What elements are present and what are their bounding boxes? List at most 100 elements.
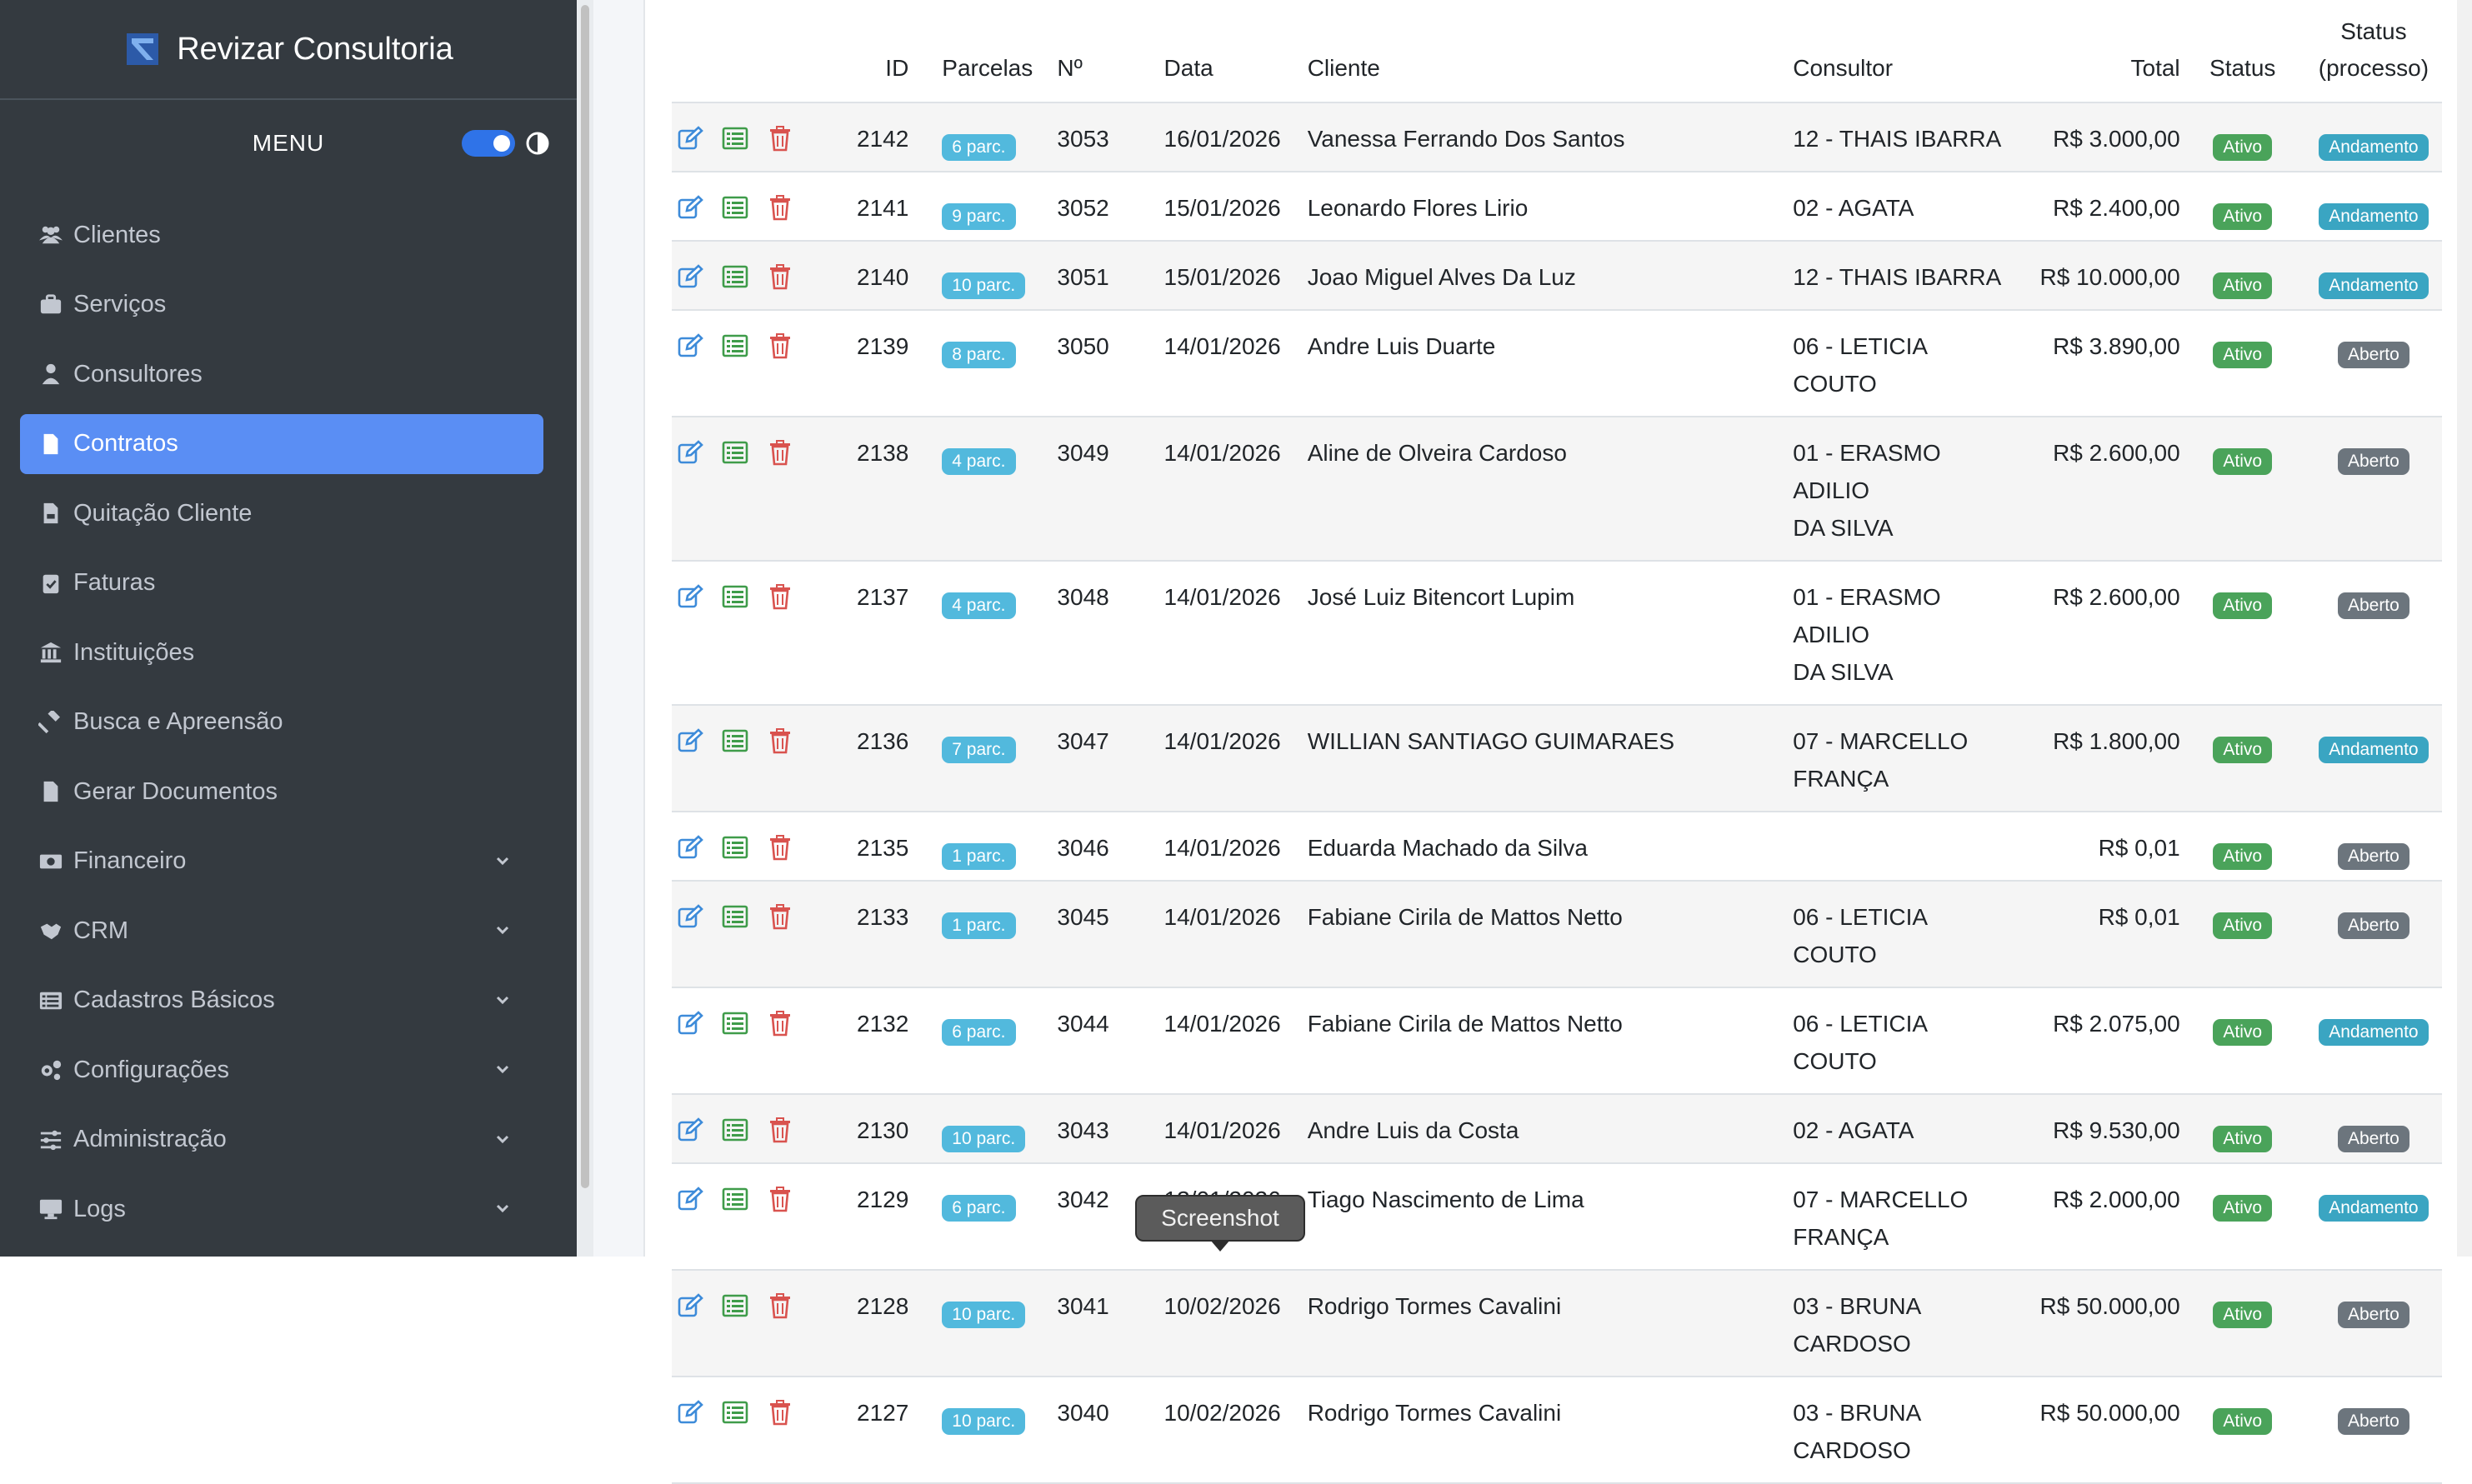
sidebar-item-logs[interactable]: Logs — [20, 1179, 543, 1239]
header-consultor[interactable]: Consultor — [1793, 0, 2017, 103]
sidebar-item-financeiro[interactable]: Financeiro — [20, 832, 543, 892]
trash-icon[interactable] — [767, 1399, 793, 1426]
trash-icon[interactable] — [767, 727, 793, 754]
table-row[interactable]: 2135 1 parc. 3046 14/01/2026 Eduarda Machado… — [672, 812, 2442, 881]
sidebar-item-busca-e-apreensao[interactable]: Busca e Apreensão — [20, 692, 543, 752]
cliente-text: Fabiane Cirila de Mattos Netto — [1307, 1011, 1623, 1037]
table-row[interactable]: 2140 10 parc. 3051 15/01/2026 Joao Miguel Al… — [672, 241, 2442, 310]
status-badge: Ativo — [2213, 202, 2273, 230]
header-status[interactable]: Status — [2179, 0, 2305, 103]
trash-icon[interactable] — [767, 1186, 793, 1212]
sidebar-item-contratos[interactable]: Contratos — [20, 413, 543, 474]
header-status-processo[interactable]: Status (processo) — [2304, 0, 2442, 103]
sidebar-item-crm[interactable]: CRM — [20, 901, 543, 961]
table-row[interactable]: 2137 4 parc. 3048 14/01/2026 José Luiz Biten… — [672, 561, 2442, 705]
edit-icon[interactable] — [677, 194, 703, 221]
trash-icon[interactable] — [767, 194, 793, 221]
sidebar-item-cadastros-basicos[interactable]: Cadastros Básicos — [20, 971, 543, 1031]
sidebar-item-faturas[interactable]: Faturas — [20, 553, 543, 613]
edit-icon[interactable] — [677, 332, 703, 359]
header-data[interactable]: Data — [1163, 0, 1308, 103]
list-icon[interactable] — [722, 727, 748, 754]
table-row[interactable]: 2130 10 parc. 3043 14/01/2026 Andre Luis da … — [672, 1094, 2442, 1163]
trash-icon[interactable] — [767, 263, 793, 290]
edit-icon[interactable] — [677, 583, 703, 610]
trash-icon[interactable] — [767, 1117, 793, 1143]
table-row[interactable]: 2136 7 parc. 3047 14/01/2026 WILLIAN SANTIAG… — [672, 705, 2442, 812]
process-status-badge: Aberto — [2337, 912, 2409, 939]
trash-icon[interactable] — [767, 332, 793, 359]
trash-icon[interactable] — [767, 1292, 793, 1319]
header-cliente[interactable]: Cliente — [1307, 0, 1794, 103]
table-row[interactable]: 2128 10 parc. 3041 10/02/2026 Rodrigo Tormes… — [672, 1270, 2442, 1377]
trash-icon[interactable] — [767, 583, 793, 610]
header-id[interactable]: ID — [825, 0, 943, 103]
list-icon[interactable] — [722, 583, 748, 610]
edit-icon[interactable] — [677, 1010, 703, 1037]
sidebar-item-label: Cadastros Básicos — [73, 987, 275, 1013]
edit-icon[interactable] — [677, 903, 703, 930]
list-icon[interactable] — [722, 1117, 748, 1143]
table-row[interactable]: 21296 parc.304213/01/2026Tiago Nasciment… — [672, 1163, 2442, 1270]
date-text: 14/01/2026 — [1163, 333, 1281, 359]
sidebar-item-quitacao-cliente[interactable]: Quitação Cliente — [20, 483, 543, 543]
trash-icon[interactable] — [767, 1010, 793, 1037]
sidebar-item-clientes[interactable]: Clientes — [20, 205, 543, 265]
cell-total: R$ 2.600,00 — [2016, 417, 2180, 561]
table-row[interactable]: 2141 9 parc. 3052 15/01/2026 Leonardo Flores… — [672, 172, 2442, 241]
list-icon[interactable] — [722, 125, 748, 152]
list-icon[interactable] — [722, 1186, 748, 1212]
sidebar-scrollbar[interactable] — [577, 0, 593, 1257]
page-scrollbar[interactable] — [2457, 0, 2472, 1257]
edit-icon[interactable] — [677, 1292, 703, 1319]
sidebar-item-instituicoes[interactable]: Instituições — [20, 622, 543, 682]
list-icon[interactable] — [722, 263, 748, 290]
edit-icon[interactable] — [677, 834, 703, 861]
list-icon[interactable] — [722, 1010, 748, 1037]
table-row[interactable]: 2138 4 parc. 3049 14/01/2026 Aline de Olveir… — [672, 417, 2442, 561]
header-total[interactable]: Total — [2016, 0, 2180, 103]
table-row[interactable]: 2127 10 parc. 3040 10/02/2026 Rodrigo Tormes… — [672, 1377, 2442, 1483]
date-text: 16/01/2026 — [1163, 126, 1281, 152]
sidebar-item-servicos[interactable]: Serviços — [20, 275, 543, 335]
header-numero[interactable]: Nº — [1057, 0, 1164, 103]
cell-parcelas: 6 parc. — [942, 1163, 1057, 1270]
cell-id: 2142 — [825, 102, 942, 172]
trash-icon[interactable] — [767, 439, 793, 466]
list-icon[interactable] — [722, 903, 748, 930]
trash-icon[interactable] — [767, 834, 793, 861]
id-text: 2142 — [857, 126, 909, 152]
edit-icon[interactable] — [677, 1186, 703, 1212]
list-icon[interactable] — [722, 194, 748, 221]
edit-icon[interactable] — [677, 1117, 703, 1143]
brand-link[interactable]: Revizar Consultoria — [0, 0, 577, 100]
status-badge: Ativo — [2213, 1125, 2273, 1152]
edit-icon[interactable] — [677, 727, 703, 754]
contrast-icon[interactable] — [525, 131, 550, 156]
sidebar-scrollbar-thumb[interactable] — [581, 5, 589, 1188]
sidebar-item-configuracoes[interactable]: Configurações — [20, 1040, 543, 1100]
table-row[interactable]: 2139 8 parc. 3050 14/01/2026 Andre Luis Duar… — [672, 310, 2442, 417]
sidebar-item-consultores[interactable]: Consultores — [20, 344, 543, 404]
edit-icon[interactable] — [677, 263, 703, 290]
cell-total: R$ 3.890,00 — [2016, 310, 2180, 417]
table-row[interactable]: 2142 6 parc. 3053 16/01/2026 Vanessa Ferrand… — [672, 102, 2442, 172]
list-icon[interactable] — [722, 1399, 748, 1426]
table-row[interactable]: 2133 1 parc. 3045 14/01/2026 Fabiane Cirila … — [672, 881, 2442, 987]
trash-icon[interactable] — [767, 125, 793, 152]
edit-icon[interactable] — [677, 125, 703, 152]
header-parcelas[interactable]: Parcelas — [942, 0, 1058, 103]
theme-toggle[interactable] — [462, 130, 515, 157]
sidebar-item-gerar-documentos[interactable]: Gerar Documentos — [20, 762, 543, 822]
edit-icon[interactable] — [677, 1399, 703, 1426]
list-icon[interactable] — [722, 332, 748, 359]
list-icon[interactable] — [722, 1292, 748, 1319]
list-icon[interactable] — [722, 834, 748, 861]
sidebar-item-administracao[interactable]: Administração — [20, 1110, 543, 1170]
edit-icon[interactable] — [677, 439, 703, 466]
consultor-text: 01 - ERASMO ADILIO DA SILVA — [1793, 417, 2016, 560]
list-icon[interactable] — [722, 439, 748, 466]
table-row[interactable]: 2132 6 parc. 3044 14/01/2026 Fabiane Cirila … — [672, 987, 2442, 1094]
cliente-text: José Luiz Bitencort Lupim — [1307, 584, 1575, 610]
trash-icon[interactable] — [767, 903, 793, 930]
